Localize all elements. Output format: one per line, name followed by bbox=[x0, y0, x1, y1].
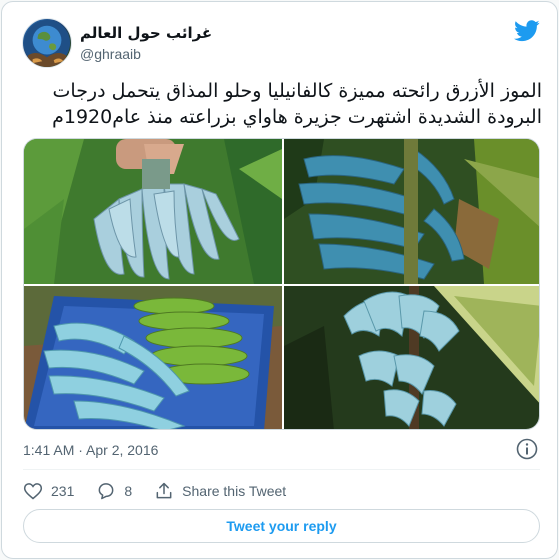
author-handle[interactable]: @ghraaib bbox=[80, 46, 141, 62]
share-label: Share this Tweet bbox=[182, 483, 287, 499]
comment-icon bbox=[98, 483, 114, 500]
tweet-timestamp[interactable]: 1:41 AM · Apr 2, 2016 bbox=[23, 442, 158, 458]
reply-count-button[interactable]: 8 bbox=[96, 481, 132, 501]
media-photo-blue-banana-bunch-with-leaves[interactable] bbox=[284, 286, 539, 429]
tweet-text-line-2: البرودة الشديدة اشتهرت جزيرة هاواي بزراع… bbox=[52, 106, 542, 128]
share-icon bbox=[156, 482, 172, 499]
tweet-your-reply-button[interactable]: Tweet your reply bbox=[23, 509, 540, 543]
share-button[interactable]: Share this Tweet bbox=[154, 481, 286, 501]
media-photo-blue-banana-bunch-in-hand[interactable] bbox=[24, 139, 282, 284]
tweet-text-line-1: الموز الأزرق رائحته مميزة كالفانيليا وحل… bbox=[52, 80, 542, 102]
heart-icon bbox=[23, 483, 43, 500]
tweet-media-grid bbox=[23, 138, 540, 430]
reply-count: 8 bbox=[124, 483, 133, 499]
twitter-bird-icon[interactable] bbox=[514, 20, 540, 42]
tweet-text: الموز الأزرق رائحته مميزة كالفانيليا وحل… bbox=[22, 78, 542, 130]
divider bbox=[23, 469, 540, 470]
tweet-card: غرائب حول العالم @ghraaib الموز الأزرق ر… bbox=[1, 1, 558, 559]
media-photo-blue-banana-bunch-on-tree[interactable] bbox=[284, 139, 539, 284]
tweet-actions: 231 8 Share this Tweet bbox=[23, 480, 308, 502]
like-button[interactable]: 231 bbox=[23, 481, 74, 501]
media-photo-blue-and-green-bananas-in-wheelbarrow[interactable] bbox=[24, 286, 282, 429]
globe-avatar-icon bbox=[23, 19, 71, 67]
like-count: 231 bbox=[51, 483, 75, 499]
info-icon[interactable] bbox=[516, 438, 538, 460]
author-avatar[interactable] bbox=[22, 18, 72, 68]
author-display-name[interactable]: غرائب حول العالم bbox=[80, 24, 212, 42]
